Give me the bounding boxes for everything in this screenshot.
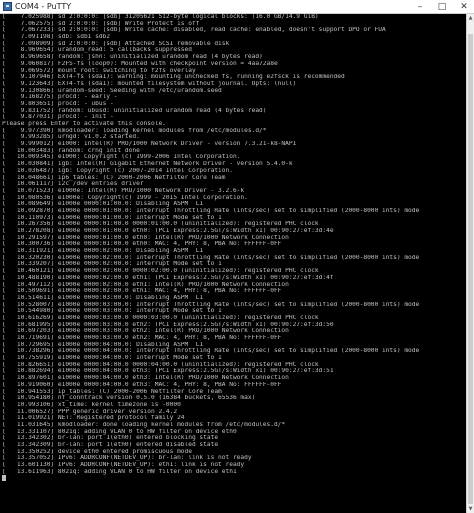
terminal-line: [ 10.267356] e1000e 0000:01:00.0 0000:01… <box>2 221 319 228</box>
terminal-line: [ 10.089649] e1000e 0000:01:00.0: Disabl… <box>2 201 204 208</box>
terminal-line: [ 10.954180] nf_conntrack version 0.5.0 … <box>2 395 256 402</box>
terminal-line: [ 11.031645] kmodloader: done loading ke… <box>2 421 286 428</box>
terminal-line: [ 10.882694] e1000e 0000:04:00.0 eth3: (… <box>2 368 334 375</box>
cursor-block <box>2 475 6 482</box>
terminal-line: [ 9.977390] kmodloader: loading kernel m… <box>2 127 267 134</box>
terminal-line: [ 7.062575] sd 2:0:0:0: [sdb] Write Prot… <box>2 20 200 27</box>
terminal-line: [ 10.080536] e1000e: Copyright(c) 1999 -… <box>2 194 248 201</box>
putty-window: COM4 - PuTTY – □ ✕ [ 7.025988] sd 2:0:0:… <box>0 0 474 513</box>
terminal-line: [ 13.342309] br-lan: port 1(eth0) entere… <box>2 442 219 448</box>
terminal-line: [ 10.528007] e1000e 0000:03:00.0: Interr… <box>2 301 420 308</box>
terminal-line: [ 9.877031] procd: - init - <box>2 114 114 121</box>
terminal-line: [ 10.941553] ip_tables: (C) 2000-2006 Ne… <box>2 388 222 395</box>
terminal-line: [ 10.514611] e1000e 0000:03:00.0: Disabl… <box>2 294 204 301</box>
terminal-line: [ 10.278208] e1000e 0000:01:00.0 eth0: (… <box>2 228 334 234</box>
terminal-line: [ 10.919060] e1000e 0000:04:00.0 eth3: M… <box>2 381 282 388</box>
terminal-line: [ 10.009345] e1000: Copyright (c) 1999-2… <box>2 154 241 161</box>
terminal-line: [ 13.601130] IPv6: ADDRCONF(NETDEV_UP): … <box>2 462 245 469</box>
scroll-down-icon[interactable]: ▼ <box>467 505 474 513</box>
terminal-line: [ 10.826651] e1000e 0000:04:00.0 0000:04… <box>2 361 319 368</box>
window-title: COM4 - PuTTY <box>15 2 72 11</box>
terminal-line: [ 7.091198] sdb: sdb1 sdb2 <box>2 34 111 41</box>
terminal-line: [ 13.611963] 8021q: adding VLAN 0 to HW … <box>2 468 237 475</box>
terminal-line: [ 10.755919] e1000e 0000:04:00.0: Interr… <box>2 355 222 362</box>
maximize-button[interactable]: □ <box>432 0 452 14</box>
terminal-line: [ 8.969658] random: jshn: uninitialized … <box>2 54 263 61</box>
terminal-line: [ 11.006527] PPP generic driver version … <box>2 408 178 415</box>
terminal-line: [ 7.025988] sd 2:0:0:0: [sdb] 31205621 5… <box>2 14 319 20</box>
terminal-line: [ 10.738296] e1000e 0000:04:00.0: Interr… <box>2 348 420 355</box>
terminal-line: [ 10.616269] e1000e 0000:03:00.0 0000:03… <box>2 314 319 321</box>
terminal-line: [ 9.168275] procd: - early - <box>2 94 118 101</box>
terminal-line: [ 10.509691] e1000e 0000:02:00.0 eth1: M… <box>2 288 282 295</box>
terminal-line: [ 11.019921] NET: Registered protocol fa… <box>2 415 185 422</box>
terminal-line: [ 13.350252] device eth0 entered promisc… <box>2 448 192 455</box>
terminal-line: [ 10.339207] e1000e 0000:02:00.0: Interr… <box>2 261 222 268</box>
terminal-line: [ 9.060817] F2FS-fs (loop0): Mounted wit… <box>2 60 278 67</box>
terminal-line: [ 10.697203] e1000e 0000:03:00.0 eth2: I… <box>2 328 289 335</box>
terminal-line: [ 10.036487] igb: Copyright (c) 2007-201… <box>2 167 233 174</box>
terminal-line: [ 10.291597] e1000e 0000:01:00.0 eth0: I… <box>2 234 289 241</box>
title-bar[interactable]: COM4 - PuTTY – □ ✕ <box>0 0 474 14</box>
terminal-line: [ 10.110973] e1000e 0000:01:00.0: Interr… <box>2 214 222 221</box>
terminal-line: [ 13.342302] br-lan: port 1(eth0) entere… <box>2 435 219 442</box>
terminal-line: Please press Enter to activate this cons… <box>2 121 166 127</box>
terminal-line: [ 10.311921] e1000e 0000:02:00.0: Disabl… <box>2 248 204 255</box>
terminal-line: [ 13.331107] 8021q: adding VLAN 0 to HW … <box>2 428 237 435</box>
terminal-line: [ 9.123643] EXT4-fs (sda1): mounted file… <box>2 80 297 87</box>
minimize-button[interactable]: – <box>410 0 430 14</box>
terminal-line: [ 10.719691] e1000e 0000:03:00.0 eth2: M… <box>2 335 282 341</box>
terminal-line: [ 10.092870] e1000e 0000:01:00.0: Interr… <box>2 207 420 214</box>
terminal-line: [ 9.999012] e1000: Intel(R) PRO/1000 Net… <box>2 141 297 148</box>
terminal-line: [ 10.061117] i2c /dev entries driver <box>2 181 144 188</box>
terminal-line: [ 10.497112] e1000e 0000:02:00.0 eth1: I… <box>2 281 289 288</box>
terminal-line: [ 10.544980] e1000e 0000:03:00.0: Interr… <box>2 308 222 315</box>
terminal-line: [ 10.460121] e1000e 0000:02:00.0 0000:02… <box>2 268 319 275</box>
vertical-scrollbar[interactable]: ▲ ▼ <box>466 14 474 513</box>
terminal-line: [ 10.003483] random: crng init done <box>2 147 140 154</box>
terminal-line: [ 9.107946] EXT4-fs (sda1): warning: mou… <box>2 74 345 81</box>
putty-app-icon[interactable] <box>3 2 12 11</box>
terminal-line: [ 7.098909] sd 2:0:0:0: [sdb] Attached S… <box>2 40 230 47</box>
terminal-line: [ 9.993285] urngd: v1.0.2 started. <box>2 134 140 141</box>
terminal-cursor-line <box>2 475 466 482</box>
terminal-line: [ 10.071523] e1000e: Intel(R) PRO/1000 N… <box>2 187 245 194</box>
terminal-line: [ 7.067233] sd 2:0:0:0: [sdb] Write cach… <box>2 27 386 34</box>
terminal-line: [ 10.681995] e1000e 0000:03:00.0 eth2: (… <box>2 321 334 328</box>
terminal-line: [ 9.831752] random: ubusd: uninitialized… <box>2 107 267 114</box>
terminal-line: [ 10.030841] igb: Intel(R) Gigabit Ether… <box>2 161 293 168</box>
terminal-line: [ 10.300736] e1000e 0000:01:00.0 eth0: M… <box>2 241 282 248</box>
terminal-line: [ 10.993106] xt_time: kernel timezone is… <box>2 401 181 408</box>
terminal-line: [ 13.357052] IPv6: ADDRCONF(NETDEV_UP): … <box>2 455 252 462</box>
terminal-line: [ 10.048661] ip6_tables: (C) 2000-2006 N… <box>2 174 226 181</box>
terminal-line: [ 9.069572] mount_root: switching to f2f… <box>2 67 196 74</box>
terminal-line: [ 8.969654] urandom_read: 5 callbacks su… <box>2 47 192 54</box>
terminal-line: [ 9.803651] procd: - ubus - <box>2 100 114 107</box>
terminal-output[interactable]: [ 7.025988] sd 2:0:0:0: [sdb] 31205621 5… <box>0 14 466 513</box>
terminal-line: [ 10.320230] e1000e 0000:02:00.0: Interr… <box>2 254 420 261</box>
terminal-line: [ 10.897601] e1000e 0000:04:00.0 eth3: I… <box>2 375 289 382</box>
scroll-up-icon[interactable]: ▲ <box>467 14 474 22</box>
close-button[interactable]: ✕ <box>454 0 474 14</box>
terminal-line: [ 10.729695] e1000e 0000:04:00.0: Disabl… <box>2 341 204 348</box>
terminal-line: [ 9.130866] urandom-seed: Seeding with /… <box>2 87 222 94</box>
scrollbar-thumb[interactable] <box>468 34 473 504</box>
terminal-line: [ 10.488190] e1000e 0000:02:00.0 eth1: (… <box>2 274 334 281</box>
